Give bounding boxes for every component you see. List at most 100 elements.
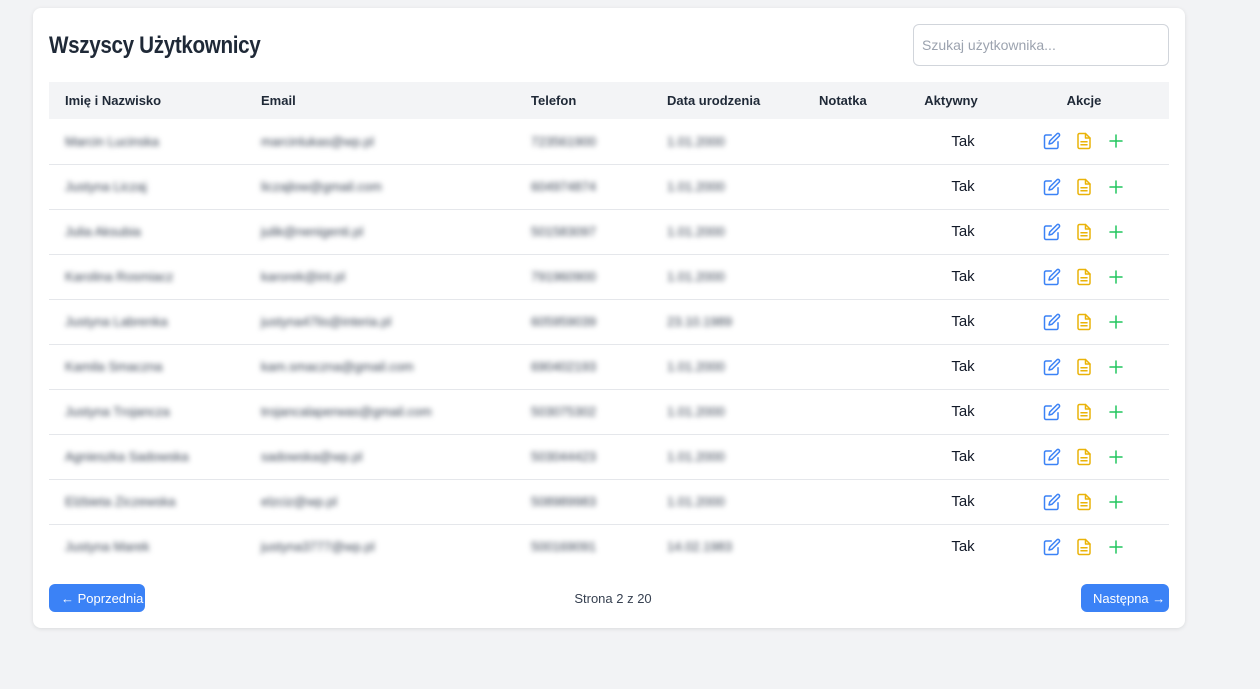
plus-icon[interactable]	[1107, 223, 1125, 241]
user-active-cell: Tak	[951, 493, 975, 510]
edit-icon[interactable]	[1043, 132, 1061, 150]
user-active-cell: Tak	[951, 313, 975, 330]
plus-icon[interactable]	[1107, 268, 1125, 286]
user-actions-cell	[999, 254, 1169, 299]
edit-icon[interactable]	[1043, 403, 1061, 421]
user-birthdate-cell: 1.01.2000	[667, 133, 725, 149]
page-title: Wszyscy Użytkownicy	[49, 32, 261, 59]
table-row: Justyna Liczaj liczajlow@gmail.com 6049748…	[49, 164, 1169, 209]
user-email-cell: trojancalaperwas@gmail.com	[261, 404, 432, 419]
document-icon[interactable]	[1075, 358, 1093, 376]
user-actions-cell	[999, 479, 1169, 524]
edit-icon[interactable]	[1043, 358, 1061, 376]
user-email-cell: elzciz@wp.pl	[261, 494, 338, 509]
plus-icon[interactable]	[1107, 493, 1125, 511]
column-header-email: Email	[261, 93, 296, 108]
user-email-cell: kam.smaczna@gmail.com	[261, 359, 414, 374]
plus-icon[interactable]	[1107, 313, 1125, 331]
user-birthdate-cell: 1.01.2000	[667, 449, 725, 464]
user-birthdate-cell: 14.02.1983	[667, 539, 733, 555]
column-header-actions: Akcje	[1066, 93, 1102, 108]
document-icon[interactable]	[1075, 268, 1093, 286]
user-active-cell: Tak	[951, 268, 975, 285]
document-icon[interactable]	[1075, 493, 1093, 511]
users-card: Wszyscy Użytkownicy Imię i Nazwisko Emai…	[33, 8, 1185, 628]
document-icon[interactable]	[1075, 223, 1093, 241]
user-email-cell: liczajlow@gmail.com	[261, 179, 382, 194]
document-icon[interactable]	[1075, 448, 1093, 466]
document-icon[interactable]	[1075, 178, 1093, 196]
user-actions-cell	[999, 299, 1169, 344]
user-phone-cell: 723561900	[531, 133, 597, 149]
plus-icon[interactable]	[1107, 132, 1125, 150]
user-phone-cell: 503075302	[531, 404, 597, 419]
user-birthdate-cell: 1.01.2000	[667, 179, 725, 194]
user-birthdate-cell: 1.01.2000	[667, 269, 725, 284]
user-active-cell: Tak	[951, 403, 975, 420]
user-email-cell: justyna3777@wp.pl	[261, 539, 375, 555]
user-note-cell	[803, 209, 903, 254]
user-phone-cell: 690402193	[531, 359, 597, 374]
user-note-cell	[803, 524, 903, 569]
user-name-cell: Kamila Smaczna	[65, 359, 163, 374]
user-note-cell	[803, 479, 903, 524]
user-name-cell: Justyna Liczaj	[65, 179, 147, 194]
plus-icon[interactable]	[1107, 538, 1125, 556]
plus-icon[interactable]	[1107, 403, 1125, 421]
document-icon[interactable]	[1075, 313, 1093, 331]
user-actions-cell	[999, 434, 1169, 479]
user-birthdate-cell: 1.01.2000	[667, 224, 725, 239]
user-active-cell: Tak	[951, 223, 975, 240]
user-actions-cell	[999, 524, 1169, 569]
user-email-cell: julik@nenigenti.pl	[261, 224, 364, 239]
edit-icon[interactable]	[1043, 268, 1061, 286]
column-header-active: Aktywny	[924, 93, 978, 108]
user-phone-cell: 500169091	[531, 539, 597, 555]
user-phone-cell: 604974874	[531, 179, 597, 194]
user-note-cell	[803, 299, 903, 344]
plus-icon[interactable]	[1107, 178, 1125, 196]
search-input[interactable]	[913, 24, 1169, 66]
user-active-cell: Tak	[951, 358, 975, 375]
user-note-cell	[803, 164, 903, 209]
table-row: Agnieszka Sadowska sadowska@wp.pl 50304442…	[49, 434, 1169, 479]
user-phone-cell: 501583097	[531, 224, 597, 239]
user-note-cell	[803, 254, 903, 299]
user-email-cell: sadowska@wp.pl	[261, 449, 363, 464]
plus-icon[interactable]	[1107, 358, 1125, 376]
user-active-cell: Tak	[951, 448, 975, 465]
edit-icon[interactable]	[1043, 178, 1061, 196]
user-name-cell: Agnieszka Sadowska	[65, 449, 189, 464]
user-name-cell: Justyna Labrenka	[65, 314, 168, 329]
edit-icon[interactable]	[1043, 538, 1061, 556]
user-actions-cell	[999, 344, 1169, 389]
table-row: Marcin Lucinska marcinlukas@wp.pl 72356190…	[49, 119, 1169, 164]
edit-icon[interactable]	[1043, 493, 1061, 511]
users-table: Imię i Nazwisko Email Telefon Data urodz…	[49, 82, 1169, 569]
edit-icon[interactable]	[1043, 223, 1061, 241]
user-note-cell	[803, 119, 903, 164]
document-icon[interactable]	[1075, 132, 1093, 150]
user-email-cell: karorek@int.pl	[261, 269, 346, 284]
user-phone-cell: 605959039	[531, 314, 597, 329]
edit-icon[interactable]	[1043, 448, 1061, 466]
column-header-name: Imię i Nazwisko	[65, 93, 162, 108]
document-icon[interactable]	[1075, 538, 1093, 556]
user-name-cell: Justyna Trojancza	[65, 404, 170, 419]
edit-icon[interactable]	[1043, 313, 1061, 331]
user-actions-cell	[999, 119, 1169, 164]
user-birthdate-cell: 1.01.2000	[667, 404, 725, 419]
user-note-cell	[803, 434, 903, 479]
plus-icon[interactable]	[1107, 448, 1125, 466]
page-indicator: Strona 2 z 20	[574, 591, 652, 606]
document-icon[interactable]	[1075, 403, 1093, 421]
user-email-cell: marcinlukas@wp.pl	[261, 133, 374, 149]
column-header-birthdate: Data urodzenia	[667, 93, 761, 108]
table-row: Justyna Marek justyna3777@wp.pl 500169091 1…	[49, 524, 1169, 569]
user-actions-cell	[999, 209, 1169, 254]
table-row: Justyna Trojancza trojancalaperwas@gmail.…	[49, 389, 1169, 434]
user-name-cell: Julia Aksubia	[65, 224, 141, 239]
next-page-button[interactable]: Następna →	[1081, 584, 1169, 612]
user-name-cell: Justyna Marek	[65, 539, 150, 555]
user-active-cell: Tak	[951, 538, 975, 556]
